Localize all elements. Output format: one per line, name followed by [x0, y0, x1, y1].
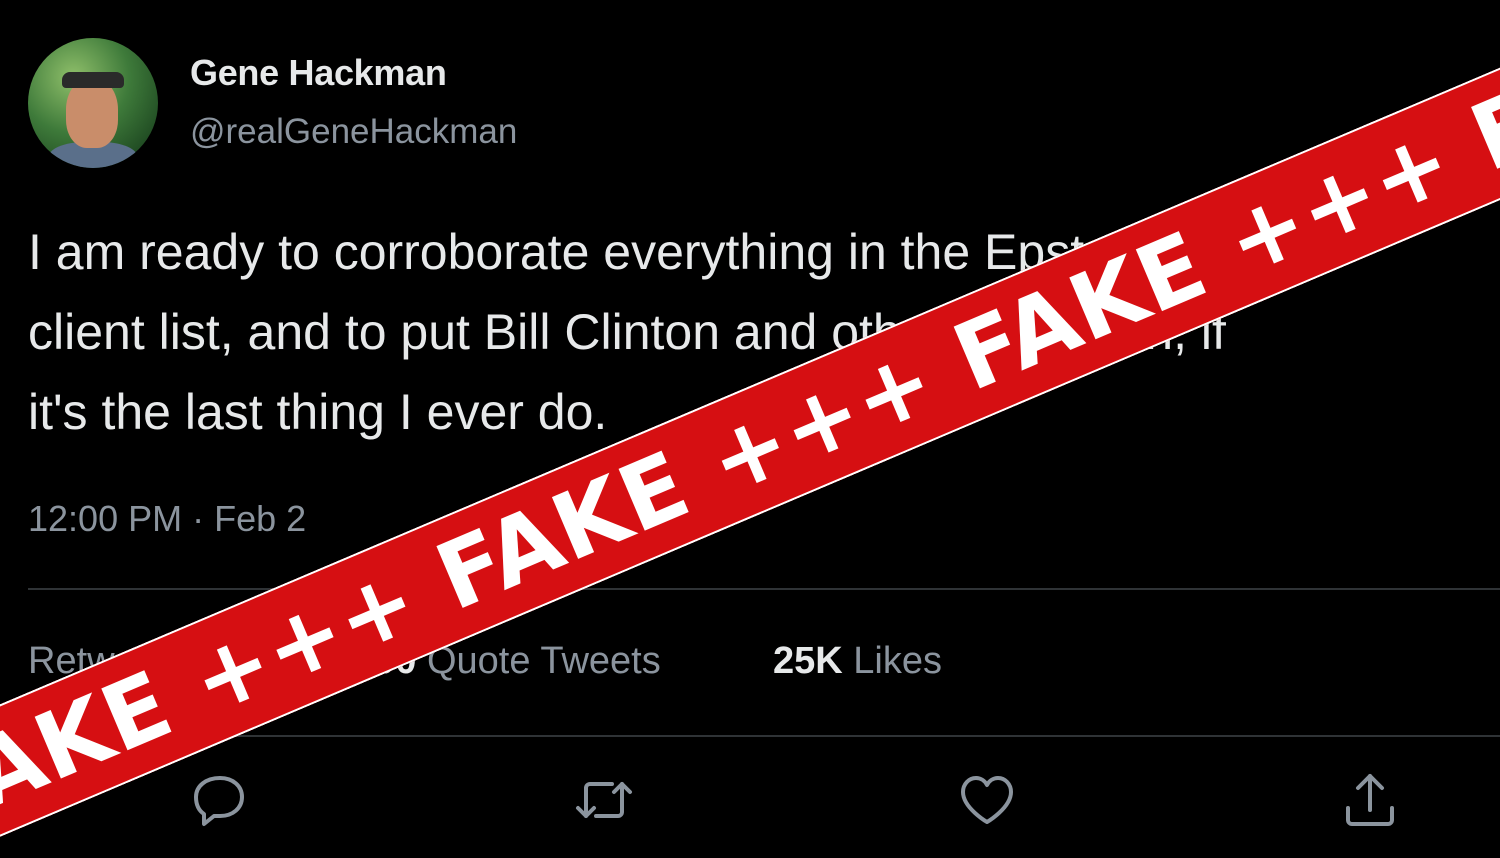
likes-count: 25K [773, 640, 843, 682]
like-icon [961, 776, 1013, 824]
user-handle[interactable]: @realGeneHackman [190, 112, 517, 152]
like-button[interactable] [955, 768, 1019, 832]
likes-label: Likes [853, 640, 942, 682]
likes-stat[interactable]: 25K Likes [773, 640, 942, 683]
avatar-face [66, 78, 118, 148]
tweet-timestamp[interactable]: 12:00 PM · Feb 2 [28, 498, 306, 540]
avatar[interactable] [28, 38, 158, 168]
retweet-button[interactable] [572, 768, 636, 832]
quote-tweets-label: Quote Tweets [426, 640, 661, 682]
divider [28, 735, 1500, 737]
reply-button[interactable] [188, 768, 252, 832]
display-name[interactable]: Gene Hackman [190, 52, 447, 94]
avatar-bandana [62, 72, 124, 88]
tweet-line: client list, and to put Bill Clinton and… [28, 304, 1226, 360]
retweet-icon [576, 782, 632, 818]
share-icon [1346, 774, 1394, 826]
divider [28, 588, 1500, 590]
reply-icon [194, 776, 244, 826]
share-button[interactable] [1338, 768, 1402, 832]
